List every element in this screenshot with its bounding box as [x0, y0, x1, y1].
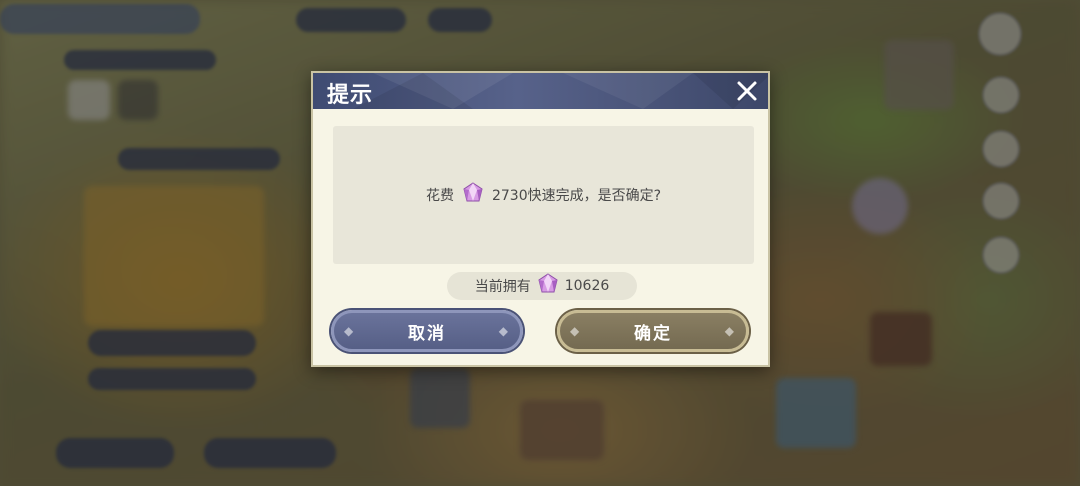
- confirm-button[interactable]: ◆ 确定 ◆: [557, 310, 749, 352]
- diamond-ornament-icon: ◆: [570, 324, 582, 338]
- diamond-gem-icon: [537, 273, 559, 299]
- diamond-ornament-icon: ◆: [344, 324, 356, 338]
- owned-currency-pill: 当前拥有 10626: [447, 272, 637, 300]
- diamond-ornament-icon: ◆: [724, 324, 736, 338]
- message-text: 2730快速完成，是否确定?: [491, 188, 662, 204]
- cancel-label: 取消: [408, 323, 446, 344]
- dialog-header: 提示: [313, 73, 768, 109]
- cancel-button[interactable]: ◆ 取消 ◆: [331, 310, 523, 352]
- close-icon: [737, 81, 757, 101]
- message-prefix: 花费: [425, 188, 454, 204]
- message-box: 花费 2730快速完成，是否确定?: [333, 126, 754, 264]
- owned-label: 当前拥有: [474, 279, 531, 295]
- confirm-label: 确定: [634, 323, 672, 344]
- header-pattern: [353, 73, 768, 109]
- confirm-dialog: 提示 花费 2730快速完成，是否确定? 当前拥有 10626 ◆ 取消 ◆ ◆…: [311, 71, 770, 367]
- owned-value: 10626: [564, 278, 610, 294]
- diamond-gem-icon: [462, 182, 484, 208]
- diamond-ornament-icon: ◆: [498, 324, 510, 338]
- close-button[interactable]: [734, 78, 760, 104]
- dialog-title: 提示: [327, 83, 374, 108]
